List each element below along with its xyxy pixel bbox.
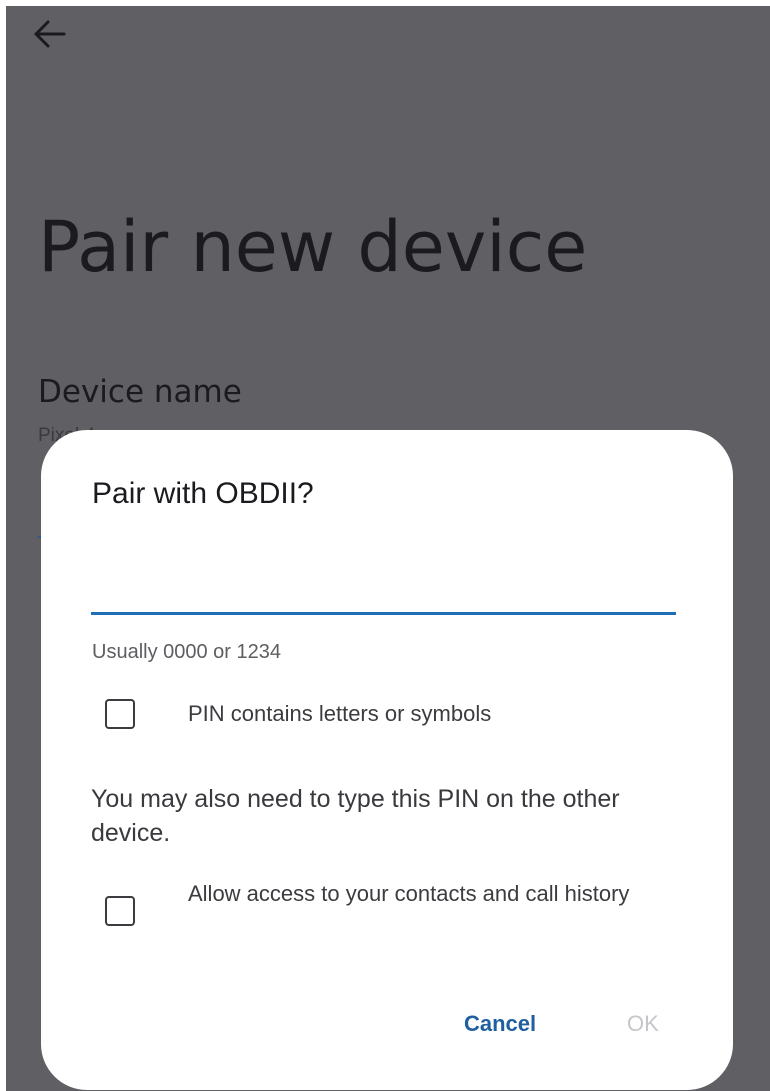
pin-input[interactable] <box>91 565 676 615</box>
screen: Pair new device Device name Pixel 4 Pair… <box>6 6 770 1091</box>
dialog-title: Pair with OBDII? <box>92 477 314 510</box>
ok-button[interactable]: OK <box>627 1011 659 1037</box>
arrow-left-icon <box>34 20 66 48</box>
cancel-button[interactable]: Cancel <box>464 1011 536 1037</box>
pin-letters-checkbox[interactable] <box>105 699 135 729</box>
pair-dialog: Pair with OBDII? Usually 0000 or 1234 PI… <box>41 430 733 1090</box>
contacts-access-checkbox[interactable] <box>105 896 135 926</box>
device-name-label: Device name <box>38 374 242 410</box>
pin-hint: Usually 0000 or 1234 <box>92 641 282 663</box>
page-title: Pair new device <box>38 206 588 288</box>
contacts-access-checkbox-label[interactable]: Allow access to your contacts and call h… <box>188 879 648 909</box>
pin-info-text: You may also need to type this PIN on th… <box>91 785 620 847</box>
pin-letters-checkbox-label[interactable]: PIN contains letters or symbols <box>188 699 491 729</box>
back-button[interactable] <box>30 14 70 54</box>
